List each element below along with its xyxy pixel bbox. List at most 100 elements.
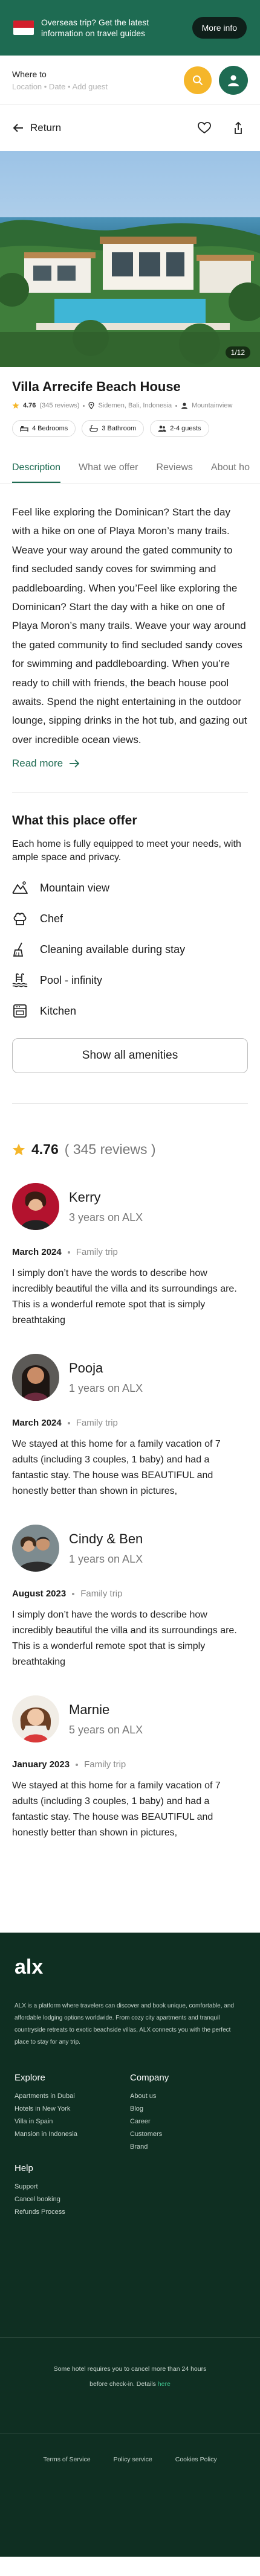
rating-value: 4.76	[23, 402, 36, 409]
footer-link[interactable]: Mansion in Indonesia	[15, 2131, 130, 2138]
footer-link[interactable]: About us	[130, 2093, 245, 2100]
guests-icon	[158, 426, 166, 432]
review-date: March 2024	[12, 1418, 62, 1429]
banner-text: Overseas trip? Get the latest informatio…	[41, 18, 149, 38]
cleaning-icon	[13, 942, 24, 957]
trip-type: Family trip	[84, 1759, 126, 1770]
footer-company-title: Company	[130, 2073, 169, 2083]
footer-link[interactable]: Hotels in New York	[15, 2105, 130, 2112]
footer-link[interactable]: Brand	[130, 2143, 245, 2150]
location-text: Sidemen, Bali, Indonesia	[98, 402, 172, 409]
review-text: I simply don’t have the words to describ…	[12, 1610, 237, 1668]
avatar	[12, 1525, 59, 1572]
footer-help: Help Support Cancel booking Refunds Proc…	[15, 2163, 245, 2216]
hero-photo[interactable]: 1/12	[0, 151, 260, 367]
reviewer-name: Marnie	[69, 1701, 110, 1717]
description-text: Feel like exploring the Dominican? Start…	[12, 506, 247, 745]
amenity-label: Cleaning available during stay	[40, 943, 186, 955]
heart-icon	[198, 122, 211, 134]
more-info-button[interactable]: More info	[192, 17, 247, 39]
review-meta: March 2024 Family trip	[12, 1247, 248, 1257]
listing-title: Villa Arrecife Beach House	[12, 379, 181, 394]
amenity-item: Pool - infinity	[12, 966, 248, 994]
amenity-label: Chef	[40, 912, 63, 925]
amenity-label: Pool - infinity	[40, 974, 103, 986]
star-icon	[12, 1143, 25, 1155]
footer-link[interactable]: Blog	[130, 2105, 245, 2112]
footer-link[interactable]: Customers	[130, 2131, 245, 2138]
reviewer-name: Kerry	[69, 1189, 101, 1205]
review-meta: August 2023 Family trip	[12, 1589, 248, 1599]
flag-icon	[13, 21, 34, 35]
review-card: Kerry 3 years on ALX March 2024 Family t…	[12, 1183, 248, 1328]
reviews-count[interactable]: (345 reviews)	[39, 402, 79, 409]
footer-explore-title: Explore	[15, 2073, 45, 2083]
review-meta: March 2024 Family trip	[12, 1418, 248, 1428]
share-icon	[235, 121, 242, 134]
guests-chip: 2-4 guests	[150, 420, 209, 437]
arrow-left-icon[interactable]	[12, 122, 24, 134]
star-icon	[12, 402, 19, 409]
trip-type: Family trip	[76, 1247, 118, 1258]
brand-logo[interactable]: alx	[15, 1957, 245, 1981]
tab-description[interactable]: Description	[12, 462, 61, 483]
footer-link[interactable]: Support	[15, 2183, 245, 2190]
share-button[interactable]	[229, 118, 248, 138]
reviewer: Kerry 3 years on ALX	[12, 1183, 248, 1231]
terms-link[interactable]: Terms of Service	[43, 2456, 90, 2463]
reviews-section: 4.76 ( 345 reviews ) Kerry 3 years on AL…	[0, 1104, 260, 1841]
user-icon	[228, 75, 239, 86]
review-date: March 2024	[12, 1247, 62, 1258]
read-more-label: Read more	[12, 757, 63, 770]
review-text: We stayed at this home for a family vaca…	[12, 1439, 221, 1497]
footer-link[interactable]: Refunds Process	[15, 2208, 245, 2216]
profile-avatar-button[interactable]	[219, 65, 248, 95]
amenity-label: Mountain view	[40, 881, 110, 894]
footer-link[interactable]: Cancel booking	[15, 2196, 245, 2203]
footer-link[interactable]: Villa in Spain	[15, 2118, 130, 2125]
notice-line-2: before check-in. Details here	[89, 2380, 171, 2388]
review-card: Cindy & Ben 1 years on ALX August 2023 F…	[12, 1525, 248, 1670]
amenities-lead: Each home is fully equipped to meet your…	[12, 839, 241, 863]
read-more-link[interactable]: Read more	[0, 749, 260, 770]
review-text: I simply don’t have the words to describ…	[12, 1268, 237, 1326]
search-button[interactable]	[184, 66, 212, 94]
avatar	[12, 1354, 59, 1401]
notice-details-link[interactable]: here	[158, 2380, 171, 2388]
bedrooms-chip: 4 Bedrooms	[12, 420, 76, 437]
tab-reviews[interactable]: Reviews	[156, 462, 192, 483]
pool-icon	[12, 973, 28, 987]
tab-what-we-offer[interactable]: What we offer	[79, 462, 138, 483]
cookies-link[interactable]: Cookies Policy	[175, 2456, 217, 2463]
favorite-button[interactable]	[195, 118, 214, 138]
kitchen-icon	[13, 1004, 27, 1018]
reviews-total: ( 345 reviews )	[64, 1141, 156, 1158]
legal-links: Terms of Service Policy service Cookies …	[0, 2434, 260, 2463]
trip-type: Family trip	[80, 1589, 123, 1599]
reviewer-tenure: 1 years on ALX	[69, 1552, 143, 1565]
reviewer: Marnie 5 years on ALX	[12, 1695, 248, 1743]
search-field[interactable]: Where to Location • Date • Add guest	[12, 69, 177, 91]
top-banner: Overseas trip? Get the latest informatio…	[0, 0, 260, 56]
avatar	[12, 1695, 59, 1743]
alx-logo: alx	[15, 1957, 43, 1978]
listing-header: Villa Arrecife Beach House 4.76 (345 rev…	[0, 367, 260, 437]
search-hint: Location • Date • Add guest	[12, 81, 108, 91]
reviewer-tenure: 3 years on ALX	[69, 1211, 143, 1223]
photo-counter: 1/12	[225, 346, 250, 359]
reviewer-name: Cindy & Ben	[69, 1531, 143, 1546]
amenities-list: Mountain view Chef Cleaning available du…	[12, 874, 248, 1025]
review-meta: January 2023 Family trip	[12, 1759, 248, 1770]
policy-link[interactable]: Policy service	[114, 2456, 152, 2463]
search-header: Where to Location • Date • Add guest	[0, 56, 260, 105]
review-date: August 2023	[12, 1589, 67, 1599]
return-link[interactable]: Return	[30, 122, 180, 134]
show-all-amenities-button[interactable]: Show all amenities	[12, 1038, 248, 1074]
footer-link[interactable]: Apartments in Dubai	[15, 2093, 130, 2100]
reviews-rating: 4.76	[31, 1141, 59, 1158]
chef-hat-icon	[13, 913, 27, 926]
arrow-right-icon	[70, 759, 80, 768]
footer-link[interactable]: Career	[130, 2118, 245, 2125]
tab-about-host[interactable]: About ho	[211, 462, 250, 483]
footer-company: Company About us Blog Career Customers B…	[130, 2073, 245, 2156]
